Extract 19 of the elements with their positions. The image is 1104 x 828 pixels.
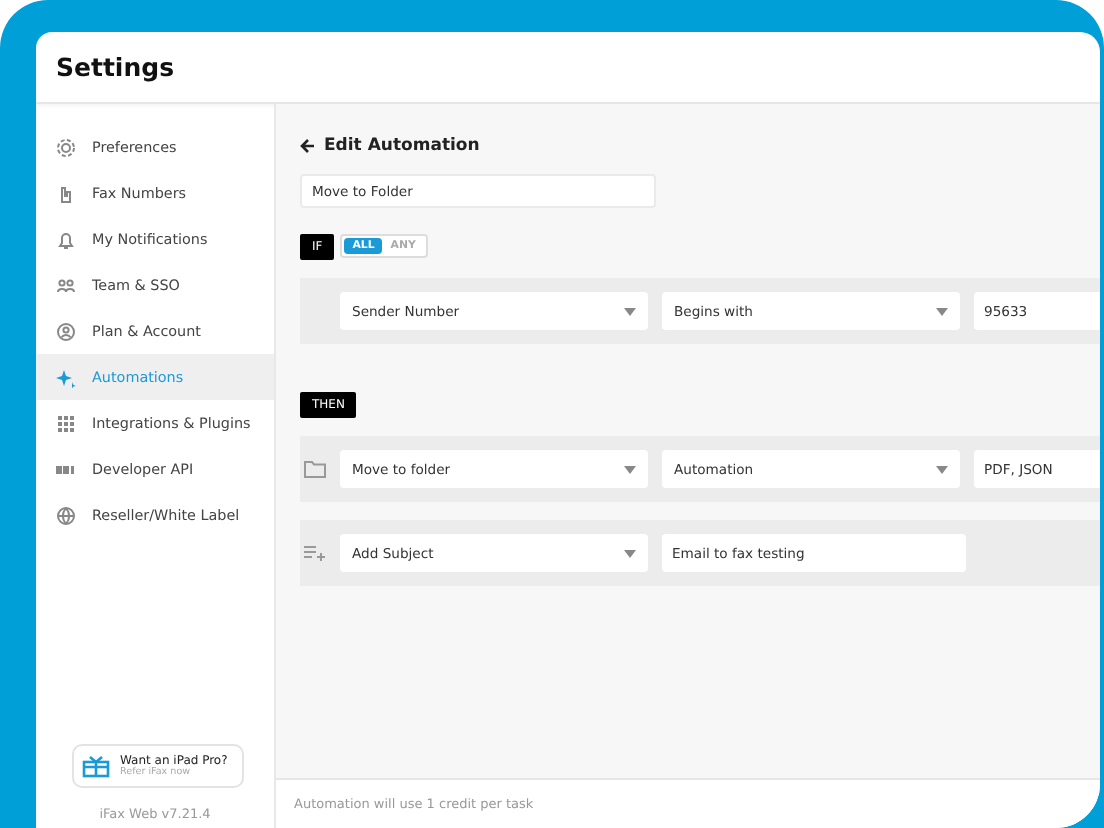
caret-icon [936,465,948,473]
grid-icon [56,413,76,433]
gift-icon [82,754,110,778]
page-title: Edit Automation [324,136,480,156]
sparkle-icon [56,367,76,387]
folder-icon [304,460,326,478]
caret-icon [936,307,948,315]
caret-icon [624,307,636,315]
window-title: Settings [56,52,175,82]
list-add-icon [304,544,326,562]
caret-icon [624,465,636,473]
gear-icon [56,137,76,157]
bell-icon [56,229,76,249]
hand-icon [56,183,76,203]
globe-icon [56,505,76,525]
caret-icon [624,549,636,557]
people-icon [56,275,76,295]
user-circle-icon [56,321,76,341]
back-arrow-icon [300,138,316,154]
